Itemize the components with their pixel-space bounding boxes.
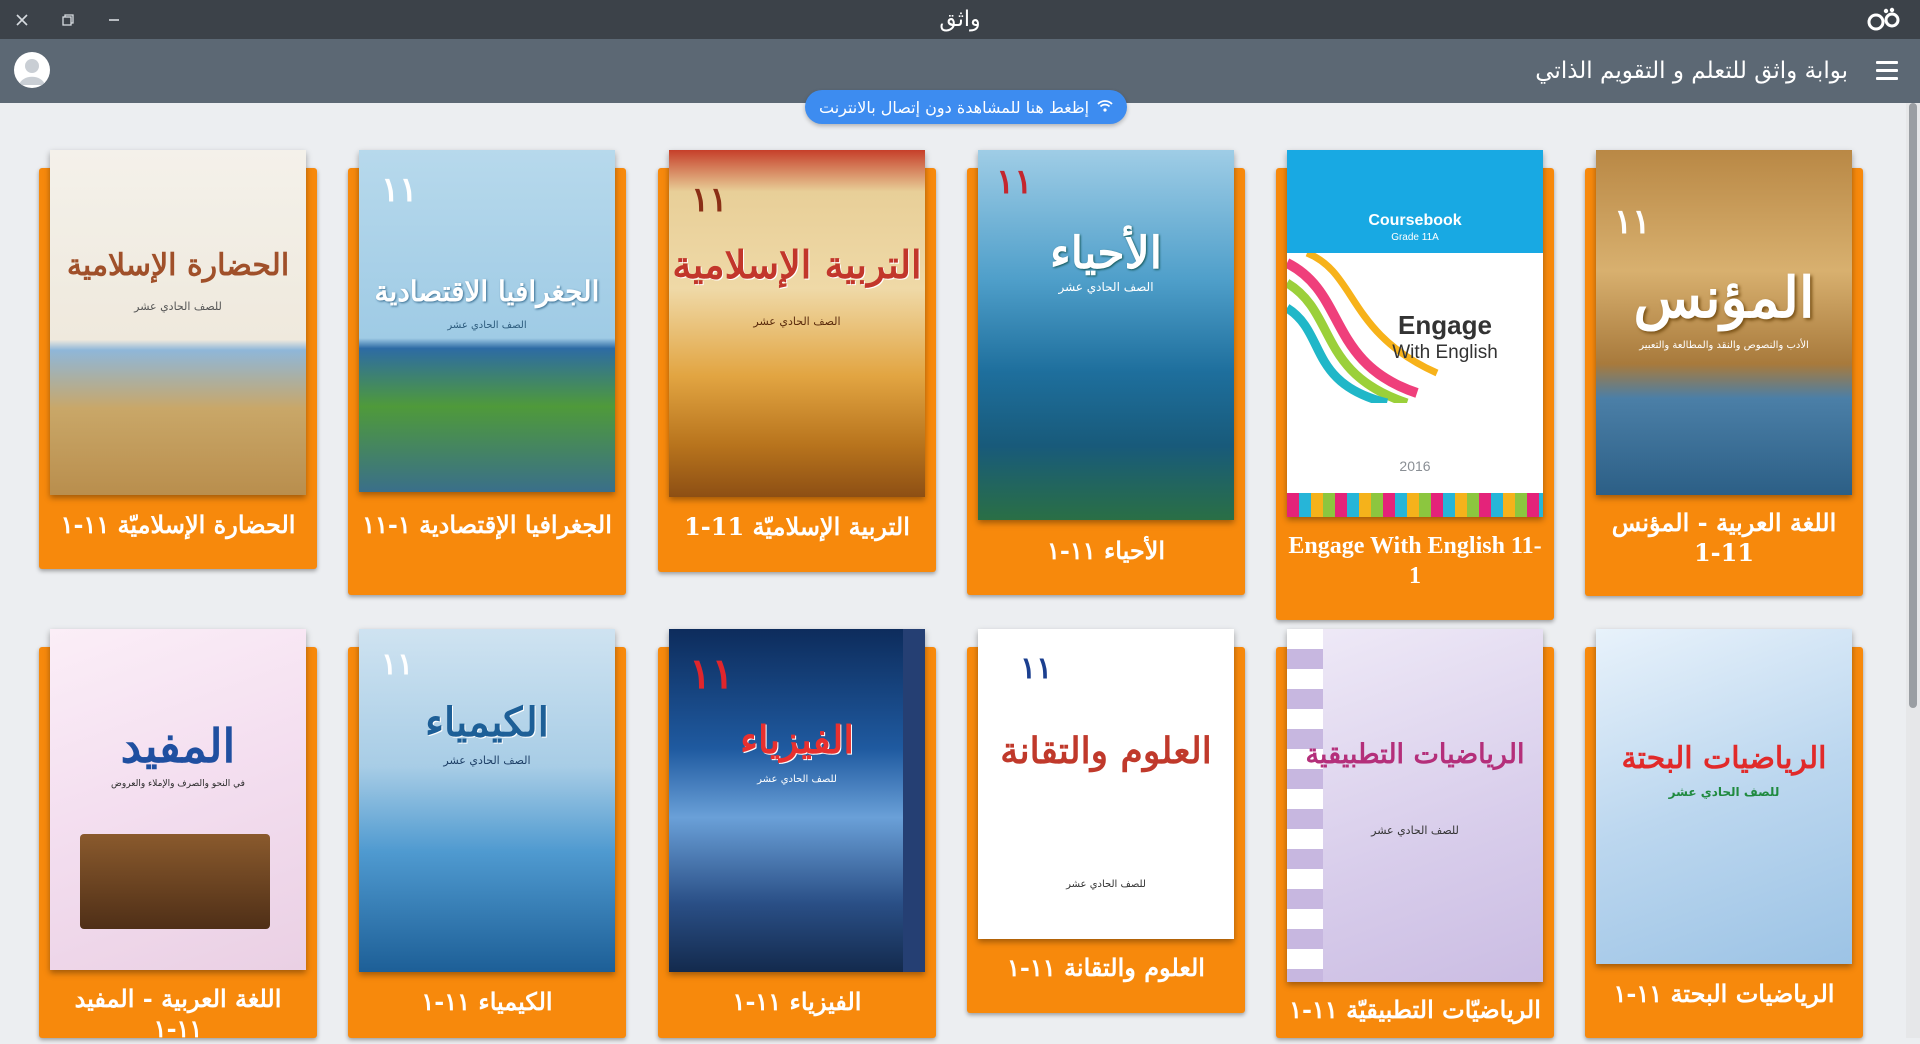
book-card[interactable]: ١١ العلوم والتقانة للصف الحادي عشر العلو… <box>967 629 1245 1013</box>
offline-button-label: إظغط هنا للمشاهدة دون إتصال بالانترنت <box>818 97 1090 117</box>
book-title: الحضارة الإسلاميّة ١١-١ <box>60 510 296 539</box>
book-cover-image[interactable]: الرياضيات التطبيقية للصف الحادي عشر <box>1287 629 1543 982</box>
book-title: التربية الإسلاميّة 11-1 <box>684 512 910 541</box>
book-card[interactable]: Coursebook Grade 11A Engage With English… <box>1276 150 1554 620</box>
book-card[interactable]: ١١ الأحياء الصف الحادي عشر الأحياء ١١-١ <box>967 150 1245 595</box>
book-cover-image[interactable]: ١١ المؤنس الأدب والنصوص والنقد والمطالعة… <box>1596 150 1852 495</box>
scrollbar-thumb[interactable] <box>1909 103 1917 708</box>
book-title: Engage With English 11-1 <box>1288 533 1542 589</box>
book-card[interactable]: الرياضيات التطبيقية للصف الحادي عشر الري… <box>1276 629 1554 1038</box>
book-title: العلوم والتقانة ١١-١ <box>1007 953 1205 982</box>
user-avatar[interactable] <box>14 52 50 88</box>
book-title: الجغرافيا الإقتصادية ١-١١ <box>362 510 612 539</box>
book-cover-image[interactable]: ١١ الكيمياء الصف الحادي عشر <box>359 629 615 972</box>
book-cover-image[interactable]: الرياضيات البحتة للصف الحادي عشر <box>1596 629 1852 964</box>
book-card[interactable]: المفيد في النحو والصرف والإملاء والعروض … <box>39 629 317 1043</box>
book-cover-image[interactable]: الحضارة الإسلامية للصف الحادي عشر <box>50 150 306 495</box>
book-title: الرياضيّات التطبيقيّة ١١-١ <box>1289 995 1541 1024</box>
app-logo-icon <box>1864 6 1906 34</box>
window-titlebar: واثق <box>0 0 1920 39</box>
book-card[interactable]: ١١ الكيمياء الصف الحادي عشر الكيمياء ١١-… <box>348 629 626 1038</box>
hamburger-menu-icon[interactable] <box>1876 61 1898 81</box>
book-cover-image[interactable]: المفيد في النحو والصرف والإملاء والعروض <box>50 629 306 970</box>
book-cover-image[interactable]: ١١ الفيزياء للصف الحادي عشر <box>669 629 925 972</box>
book-title: الأحياء ١١-١ <box>1046 536 1166 565</box>
book-card[interactable]: الرياضيات البحتة للصف الحادي عشر الرياضي… <box>1585 629 1863 1038</box>
book-cover-image[interactable]: Coursebook Grade 11A Engage With English… <box>1287 150 1543 517</box>
book-title: اللغة العربية - المؤنس 11-1 <box>1611 508 1837 567</box>
book-title: اللغة العربية - المفيد ١١-١ <box>74 984 282 1043</box>
offline-view-button[interactable]: إظغط هنا للمشاهدة دون إتصال بالانترنت <box>805 90 1127 124</box>
window-title: واثق <box>939 7 981 32</box>
book-card[interactable]: ١١ المؤنس الأدب والنصوص والنقد والمطالعة… <box>1585 150 1863 596</box>
wifi-icon <box>1097 98 1113 117</box>
book-title: الكيمياء ١١-١ <box>421 987 553 1016</box>
book-card[interactable]: ١١ الجغرافيا الاقتصادية الصف الحادي عشر … <box>348 150 626 595</box>
book-card[interactable]: ١١ التربية الإسلامية الصف الحادي عشر الت… <box>658 150 936 572</box>
book-title: الرياضيات البحتة ١١-١ <box>1613 979 1835 1008</box>
book-cover-image[interactable]: ١١ التربية الإسلامية الصف الحادي عشر <box>669 150 925 497</box>
book-card[interactable]: ١١ الفيزياء للصف الحادي عشر الفيزياء ١١-… <box>658 629 936 1038</box>
book-title: الفيزياء ١١-١ <box>732 987 862 1016</box>
app-title: بوابة واثق للتعلم و التقويم الذاتي <box>1535 58 1848 84</box>
book-cover-image[interactable]: ١١ الأحياء الصف الحادي عشر <box>978 150 1234 520</box>
book-cover-image[interactable]: ١١ العلوم والتقانة للصف الحادي عشر <box>978 629 1234 939</box>
book-cover-image[interactable]: ١١ الجغرافيا الاقتصادية الصف الحادي عشر <box>359 150 615 492</box>
book-card[interactable]: الحضارة الإسلامية للصف الحادي عشر الحضار… <box>39 150 317 569</box>
